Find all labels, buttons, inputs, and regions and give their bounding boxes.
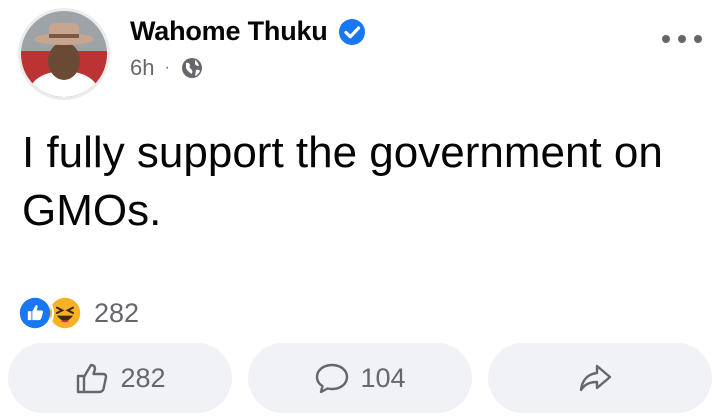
comment-count: 104	[360, 362, 406, 393]
avatar[interactable]	[18, 8, 110, 100]
reactions-summary[interactable]: 282	[16, 294, 139, 332]
share-icon	[579, 364, 612, 392]
verified-badge-icon	[338, 18, 365, 45]
post-meta: 6h ·	[130, 55, 204, 81]
facebook-post: Wahome Thuku 6h · I fully support the go…	[0, 0, 720, 418]
comment-icon	[316, 363, 349, 394]
more-options-button[interactable]	[662, 28, 702, 50]
author-name[interactable]: Wahome Thuku	[130, 16, 328, 47]
post-actions: 282 104	[8, 343, 712, 413]
like-button[interactable]: 282	[8, 343, 232, 413]
reaction-count: 282	[94, 297, 140, 328]
meta-separator: ·	[164, 59, 170, 76]
more-dot-icon	[694, 35, 702, 43]
reaction-icons	[16, 294, 86, 332]
post-text: I fully support the government on GMOs.	[22, 128, 663, 235]
like-reaction-icon	[16, 294, 54, 332]
more-dot-icon	[678, 35, 686, 43]
globe-icon[interactable]	[180, 56, 204, 80]
post-timestamp[interactable]: 6h	[130, 55, 154, 81]
comment-button[interactable]: 104	[248, 343, 472, 413]
thumbs-up-icon	[77, 363, 108, 394]
like-count: 282	[120, 362, 166, 393]
share-button[interactable]	[488, 343, 712, 413]
more-dot-icon	[662, 35, 670, 43]
author-row: Wahome Thuku	[130, 16, 366, 47]
